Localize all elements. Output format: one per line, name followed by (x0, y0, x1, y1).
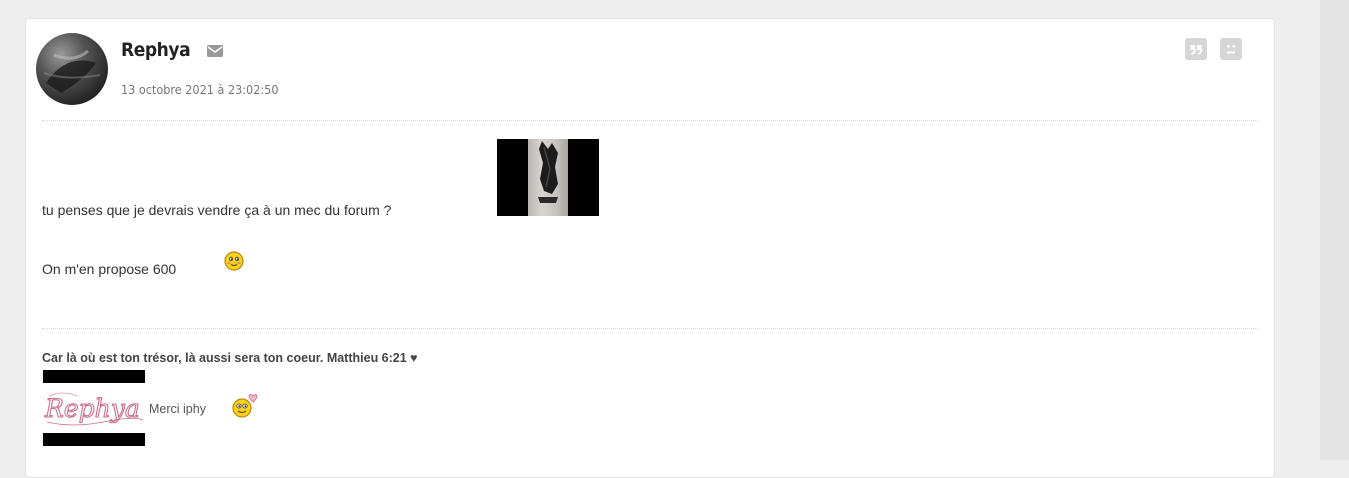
header-divider (42, 120, 1258, 121)
love-smiley-icon (231, 393, 259, 424)
photo-content (528, 139, 568, 216)
post-date: 13 octobre 2021 à 23:02:50 (121, 82, 279, 97)
post-text-line: On m'en propose 600 (42, 261, 177, 277)
signature-quote: Car là où est ton trésor, là aussi sera … (42, 351, 418, 365)
avatar[interactable] (36, 33, 108, 105)
signature-divider (42, 328, 1258, 329)
signature-logo: Rephya (43, 386, 147, 432)
author-name[interactable]: Rephya (121, 39, 191, 61)
redaction-bar (43, 433, 145, 446)
redaction-bar (43, 370, 145, 383)
post-image[interactable] (497, 139, 599, 216)
signature-thanks: Merci iphy (149, 402, 206, 416)
quote-icon[interactable] (1185, 38, 1207, 60)
blush-smiley-icon (224, 251, 244, 276)
forum-post: Rephya 13 octobre 2021 à 23:02:50 tu pen… (25, 18, 1275, 478)
post-text-line: tu penses que je devrais vendre ça à un … (42, 202, 392, 218)
envelope-icon[interactable] (207, 44, 223, 57)
right-sidebar-gutter (1320, 0, 1349, 460)
report-face-icon[interactable] (1220, 38, 1242, 60)
